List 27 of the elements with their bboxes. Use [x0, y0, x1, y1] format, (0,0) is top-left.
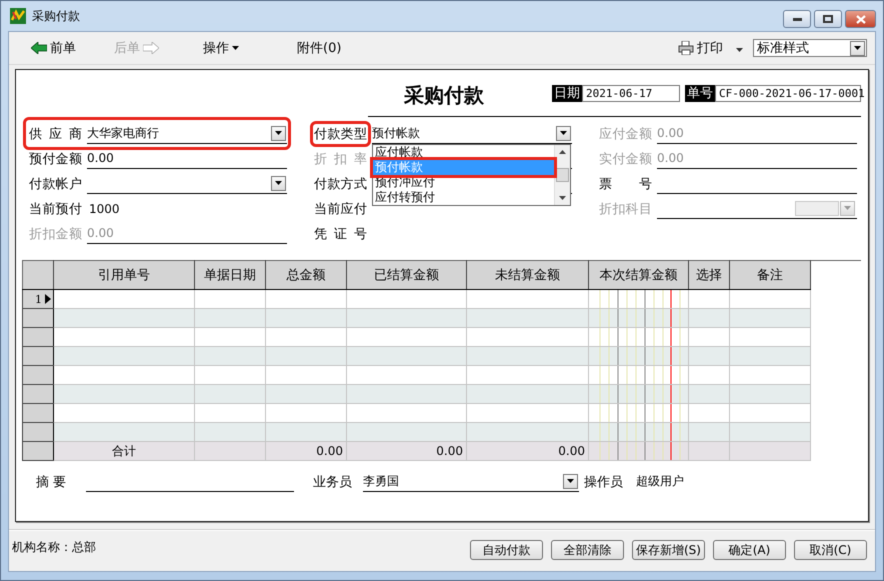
field-label: 实付金额	[599, 150, 652, 168]
window-title: 采购付款	[32, 8, 80, 24]
field-label: 操作员	[584, 474, 624, 490]
field-label: 日期	[552, 85, 582, 102]
field-label: 业务员	[313, 474, 353, 490]
total-cell: 0.00	[466, 442, 588, 460]
field-label: 凭 证 号	[314, 226, 367, 242]
field-label: 当前预付	[29, 200, 82, 218]
field-label: 票 号	[599, 176, 652, 192]
total-cell: 0.00	[346, 442, 466, 460]
field-value: 超级用户	[636, 473, 684, 490]
field-label: 折扣金额	[29, 226, 82, 242]
field-label: 单号	[685, 85, 715, 102]
total-cell: 0.00	[266, 442, 346, 460]
total-cell: 合计	[54, 442, 194, 460]
field-label: 当前应付	[314, 200, 367, 218]
org-name: 机构名称：总部	[12, 539, 96, 556]
field-value: 1000	[89, 202, 120, 216]
field-label: 折扣科目	[599, 200, 652, 218]
field-label: 供 应 商	[29, 126, 82, 142]
field-label: 折 扣 率	[314, 150, 367, 168]
field-label: 摘 要	[36, 474, 68, 490]
field-label: 付款方式	[314, 176, 367, 192]
form-title: 采购付款	[404, 82, 484, 109]
field-label: 预付金额	[29, 150, 82, 168]
field-label: 应付金额	[599, 126, 652, 142]
field-label: 付款帐户	[29, 176, 82, 192]
